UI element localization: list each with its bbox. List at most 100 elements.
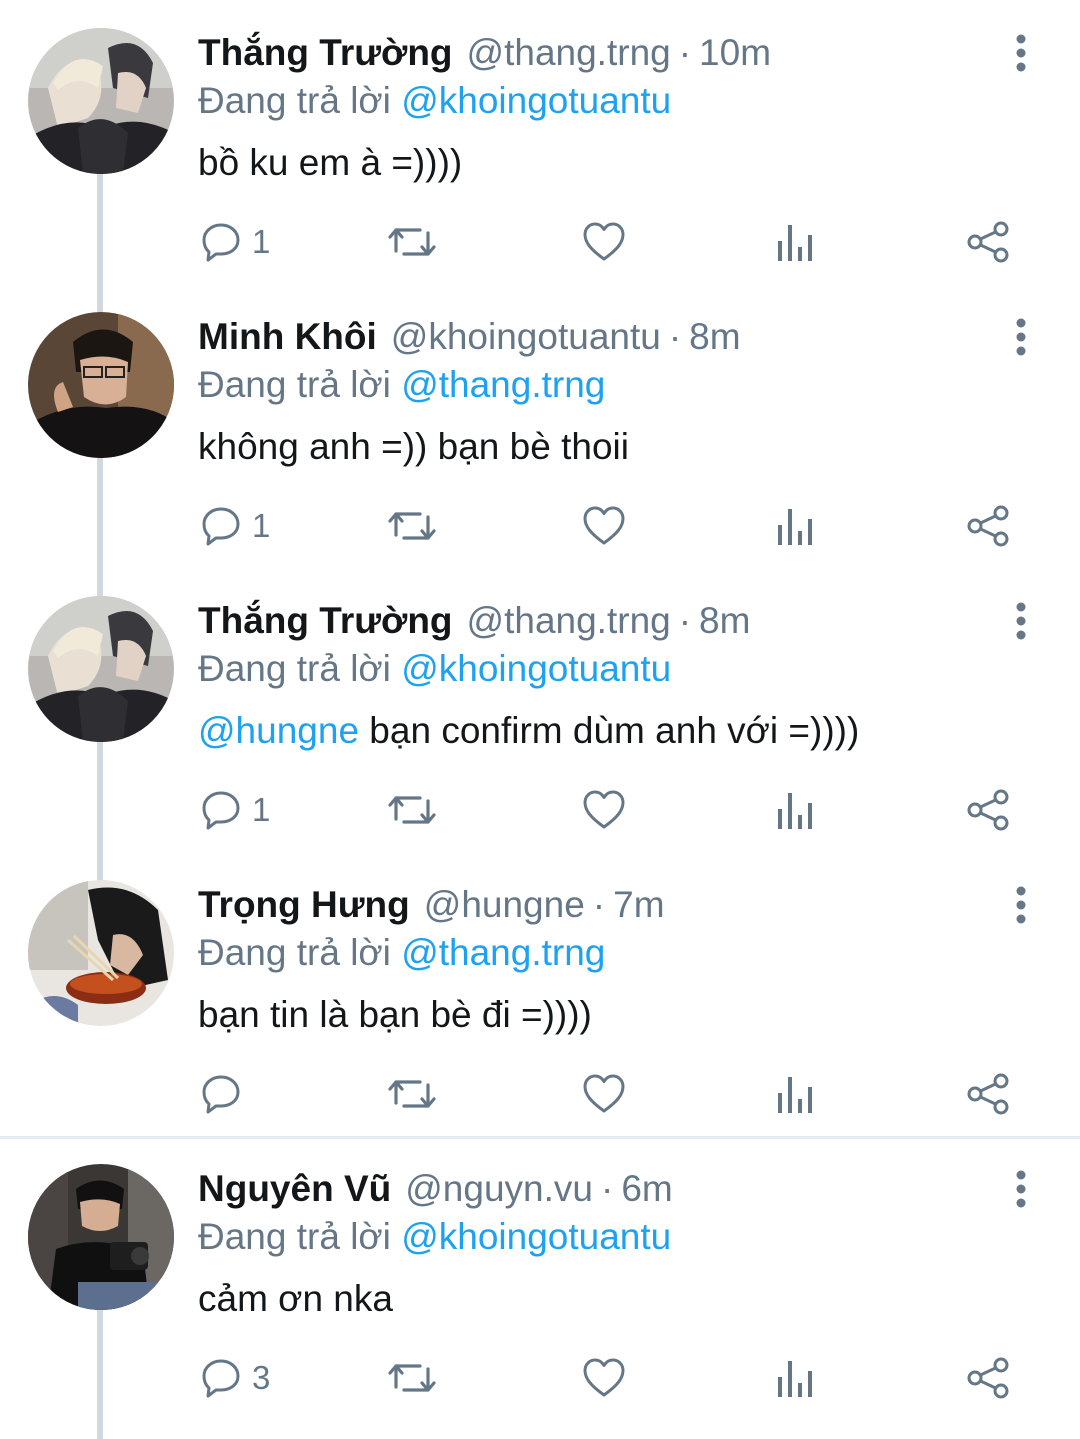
separator-dot: · bbox=[678, 600, 692, 641]
retweet-icon bbox=[388, 796, 436, 824]
tweet-item[interactable]: Nguyên Vũ @nguyn.vu · 6m Đang trả lời @khoi… bbox=[0, 1136, 1080, 1420]
handle[interactable]: @nguyn.vu bbox=[405, 1168, 593, 1209]
tweet-item[interactable]: Trọng Hưng @hungne · 7m Đang trả lời @thang… bbox=[0, 852, 1080, 1136]
retweet-button[interactable] bbox=[388, 1064, 436, 1124]
reply-button[interactable]: 1 bbox=[200, 780, 270, 840]
share-button[interactable] bbox=[966, 496, 1010, 556]
display-name[interactable]: Trọng Hưng bbox=[198, 884, 410, 925]
timestamp: 10m bbox=[699, 32, 772, 73]
action-bar: 1 bbox=[0, 780, 1080, 840]
tweet-header: Thắng Trường @thang.trng · 8m bbox=[198, 598, 750, 644]
like-button[interactable] bbox=[582, 212, 626, 272]
replying-to-mention[interactable]: @khoingotuantu bbox=[401, 1216, 671, 1257]
display-name[interactable]: Nguyên Vũ bbox=[198, 1168, 391, 1209]
share-icon bbox=[967, 1073, 1009, 1115]
tweet-header: Minh Khôi @khoingotuantu · 8m bbox=[198, 314, 741, 360]
analytics-button[interactable] bbox=[776, 1348, 816, 1408]
separator-dot: · bbox=[678, 32, 692, 73]
avatar[interactable] bbox=[28, 1164, 174, 1310]
share-icon bbox=[967, 789, 1009, 831]
reply-count: 3 bbox=[252, 1359, 271, 1396]
tweet-text: @hungne bạn confirm dùm anh với =)))) bbox=[198, 708, 859, 754]
display-name[interactable]: Minh Khôi bbox=[198, 316, 377, 357]
reply-icon bbox=[202, 1075, 240, 1114]
share-icon bbox=[967, 1357, 1009, 1399]
heart-icon bbox=[583, 222, 625, 261]
reply-button[interactable] bbox=[200, 1064, 252, 1124]
more-options-button[interactable] bbox=[996, 28, 1046, 78]
reply-button[interactable]: 1 bbox=[200, 496, 270, 556]
action-bar: 1 bbox=[0, 496, 1080, 556]
tweet-item[interactable]: Thắng Trường @thang.trng · 8m Đang trả lời … bbox=[0, 568, 1080, 852]
analytics-icon bbox=[778, 1361, 812, 1397]
share-button[interactable] bbox=[966, 212, 1010, 272]
handle[interactable]: @thang.trng bbox=[467, 32, 671, 73]
avatar[interactable] bbox=[28, 596, 174, 742]
analytics-button[interactable] bbox=[776, 1064, 816, 1124]
handle[interactable]: @thang.trng bbox=[467, 600, 671, 641]
heart-icon bbox=[583, 1358, 625, 1397]
timestamp: 8m bbox=[699, 600, 751, 641]
tweet-header: Nguyên Vũ @nguyn.vu · 6m bbox=[198, 1166, 673, 1212]
replying-to-label: Đang trả lời bbox=[198, 648, 391, 689]
like-button[interactable] bbox=[582, 1348, 626, 1408]
analytics-icon bbox=[778, 225, 812, 261]
more-vertical-icon bbox=[1016, 318, 1026, 356]
display-name[interactable]: Thắng Trường bbox=[198, 600, 453, 641]
retweet-button[interactable] bbox=[388, 1348, 436, 1408]
replying-to: Đang trả lời @khoingotuantu bbox=[198, 78, 671, 124]
replying-to-mention[interactable]: @thang.trng bbox=[401, 364, 605, 405]
avatar[interactable] bbox=[28, 28, 174, 174]
replying-to-mention[interactable]: @khoingotuantu bbox=[401, 648, 671, 689]
replying-to-mention[interactable]: @thang.trng bbox=[401, 932, 605, 973]
analytics-icon bbox=[778, 793, 812, 829]
more-options-button[interactable] bbox=[996, 596, 1046, 646]
tweet-text: bạn tin là bạn bè đi =)))) bbox=[198, 994, 592, 1035]
like-button[interactable] bbox=[582, 1064, 626, 1124]
retweet-button[interactable] bbox=[388, 780, 436, 840]
reply-icon bbox=[202, 1359, 240, 1398]
avatar[interactable] bbox=[28, 312, 174, 458]
retweet-button[interactable] bbox=[388, 496, 436, 556]
reply-count: 1 bbox=[252, 507, 271, 544]
tweet-text: không anh =)) bạn bè thoii bbox=[198, 426, 629, 467]
more-options-button[interactable] bbox=[996, 312, 1046, 362]
action-bar: 1 bbox=[0, 212, 1080, 272]
tweet-item[interactable]: Thắng Trường @thang.trng · 10m Đang trả lời… bbox=[0, 0, 1080, 284]
timestamp: 8m bbox=[689, 316, 741, 357]
handle[interactable]: @hungne bbox=[424, 884, 585, 925]
action-bar bbox=[0, 1064, 1080, 1124]
more-vertical-icon bbox=[1016, 886, 1026, 924]
display-name[interactable]: Thắng Trường bbox=[198, 32, 453, 73]
like-button[interactable] bbox=[582, 496, 626, 556]
analytics-button[interactable] bbox=[776, 496, 816, 556]
more-options-button[interactable] bbox=[996, 1164, 1046, 1214]
separator-dot: · bbox=[592, 884, 606, 925]
inline-mention[interactable]: @hungne bbox=[198, 710, 359, 751]
more-vertical-icon bbox=[1016, 34, 1026, 72]
share-button[interactable] bbox=[966, 1348, 1010, 1408]
analytics-button[interactable] bbox=[776, 780, 816, 840]
retweet-icon bbox=[388, 1080, 436, 1108]
tweet-item[interactable]: Minh Khôi @khoingotuantu · 8m Đang trả lời … bbox=[0, 284, 1080, 568]
share-button[interactable] bbox=[966, 1064, 1010, 1124]
analytics-icon bbox=[778, 1077, 812, 1113]
heart-icon bbox=[583, 1074, 625, 1113]
handle[interactable]: @khoingotuantu bbox=[391, 316, 661, 357]
action-bar: 3 bbox=[0, 1348, 1080, 1408]
avatar[interactable] bbox=[28, 880, 174, 1026]
tweet-header: Thắng Trường @thang.trng · 10m bbox=[198, 30, 771, 76]
more-options-button[interactable] bbox=[996, 880, 1046, 930]
analytics-button[interactable] bbox=[776, 212, 816, 272]
more-vertical-icon bbox=[1016, 1170, 1026, 1208]
reply-button[interactable]: 1 bbox=[200, 212, 270, 272]
replying-to: Đang trả lời @khoingotuantu bbox=[198, 646, 671, 692]
reply-button[interactable]: 3 bbox=[200, 1348, 270, 1408]
retweet-icon bbox=[388, 1364, 436, 1392]
share-button[interactable] bbox=[966, 780, 1010, 840]
avatar-minh-khoi-icon bbox=[28, 312, 174, 458]
more-vertical-icon bbox=[1016, 602, 1026, 640]
replying-to-mention[interactable]: @khoingotuantu bbox=[401, 80, 671, 121]
like-button[interactable] bbox=[582, 780, 626, 840]
retweet-button[interactable] bbox=[388, 212, 436, 272]
